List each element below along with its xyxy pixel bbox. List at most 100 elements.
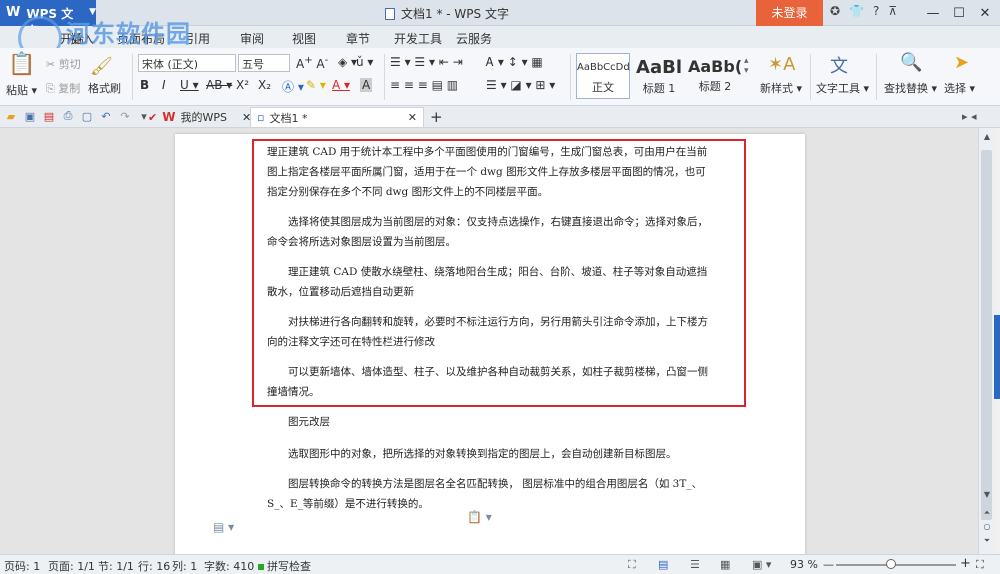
paragraph-4[interactable]: 对扶梯进行各向翻转和旋转，必要时不标注运行方向，另行用箭头引注命令添加，上下楼方… [267, 312, 715, 352]
scroll-down-icon[interactable]: ▼ [979, 488, 995, 502]
align-buttons[interactable]: ≡ ≡ ≡ ▤ ▥ [390, 78, 458, 92]
zoom-slider-knob[interactable] [886, 559, 896, 569]
clear-format-button[interactable]: ◈ ▾ [338, 55, 357, 69]
shirt-icon[interactable]: 👕 [849, 4, 864, 18]
font-color-button[interactable]: A ▾ [332, 78, 350, 92]
cut-button[interactable]: ✂ 剪切 [46, 56, 81, 72]
view-fullscreen-icon[interactable]: ⛶ [628, 558, 636, 572]
new-style-button[interactable]: 新样式 ▾ [760, 80, 802, 96]
close-icon[interactable]: ✕ [972, 2, 998, 24]
redo-icon[interactable]: ↷ [118, 109, 132, 123]
new-style-icon[interactable]: ✶A [768, 54, 795, 75]
pin-icon[interactable]: ⊼ [888, 4, 897, 18]
undo-icon[interactable]: ↶ [99, 109, 113, 123]
tab-references[interactable]: 引用 [186, 30, 210, 47]
italic-button[interactable]: I [162, 78, 166, 92]
login-button[interactable]: 未登录 [756, 0, 823, 26]
new-tab-button[interactable]: + [424, 107, 449, 127]
maximize-icon[interactable]: ☐ [946, 2, 972, 24]
bullet-list-button[interactable]: ☰ ▾ ☰ ▾ ⇤ ⇥ [390, 55, 463, 69]
paragraph-6[interactable]: 图元改层 [267, 412, 715, 432]
style-heading-2[interactable]: AaBb( 标题 2 [688, 53, 742, 99]
paragraph-5[interactable]: 可以更新墙体、墙体造型、柱子、以及维护各种自动裁剪关系，如柱子裁剪楼梯，凸窗一侧… [267, 362, 715, 402]
export-pdf-icon[interactable]: ▤ [42, 109, 56, 123]
view-page-icon[interactable]: ▤ [658, 558, 668, 571]
sort-button[interactable]: Ꭺ ▾ ↕ ▾ ▦ [486, 55, 543, 70]
prev-page-icon[interactable]: ⏶ [979, 506, 995, 520]
tab-cloud[interactable]: 云服务 [456, 30, 492, 47]
text-tools-icon[interactable]: 文 [830, 52, 848, 78]
print-preview-icon[interactable]: ▢ [80, 109, 94, 123]
open-icon[interactable]: ▰ [4, 109, 18, 123]
status-spell-check[interactable]: 拼写检查 [258, 558, 311, 574]
save-icon[interactable]: ▣ [23, 109, 37, 123]
phonetic-button[interactable]: ǔ ▾ [356, 55, 373, 69]
zoom-level[interactable]: 93 % [790, 558, 818, 571]
document-canvas[interactable]: 理正建筑 CAD 用于统计本工程中多个平面图使用的门窗编号，生成门窗总表，可由用… [0, 128, 978, 554]
styles-scroll-icon[interactable]: ▴ ▾ [744, 56, 749, 76]
underline-button[interactable]: U ▾ [180, 78, 199, 92]
minimize-icon[interactable]: — [920, 2, 946, 24]
text-effect-button[interactable]: Ⓐ ▾ [282, 78, 304, 95]
select-cursor-icon[interactable]: ➤ [954, 52, 969, 73]
dock-right-icon[interactable]: ▸ ◂ [962, 110, 977, 123]
paste-options-icon[interactable]: 📋 ▾ [467, 510, 492, 524]
side-panel-toggle[interactable] [994, 315, 1000, 399]
highlight-button[interactable]: ✎ ▾ [306, 78, 326, 92]
tab-my-wps[interactable]: ✔ W 我的WPS ✕ [142, 107, 257, 127]
strikethrough-button[interactable]: AB ▾ [206, 78, 232, 92]
find-replace-button[interactable]: 查找替换 ▾ [884, 80, 937, 96]
select-browse-icon[interactable]: ○ [979, 520, 995, 534]
paragraph-3[interactable]: 理正建筑 CAD 使散水绕壁柱、绕落地阳台生成；阳台、台阶、坡道、柱子等对象自动… [267, 262, 715, 302]
line-spacing-button[interactable]: ☰ ▾ ◪ ▾ ⊞ ▾ [486, 78, 555, 92]
paragraph-1[interactable]: 理正建筑 CAD 用于统计本工程中多个平面图使用的门窗编号，生成门窗总表，可由用… [267, 142, 715, 202]
font-name-select[interactable]: 宋体 (正文) [138, 54, 236, 72]
help-button[interactable]: ? [873, 4, 879, 18]
document-page[interactable]: 理正建筑 CAD 用于统计本工程中多个平面图使用的门窗编号，生成门窗总表，可由用… [175, 134, 805, 554]
style-heading-1[interactable]: AaBl 标题 1 [632, 53, 686, 99]
zoom-slider-track[interactable] [836, 564, 956, 566]
scroll-up-icon[interactable]: ▲ [979, 130, 995, 144]
view-web-icon[interactable]: ▦ [720, 558, 730, 571]
char-shading-button[interactable]: A [360, 78, 373, 92]
select-button[interactable]: 选择 ▾ [944, 80, 975, 96]
fit-page-icon[interactable]: ⛶ [976, 558, 984, 572]
tab-chapter[interactable]: 章节 [346, 30, 370, 47]
paragraph-2[interactable]: 选择将使其图层成为当前图层的对象：仅支持点选操作，右键直接退出命令；选择对象后，… [267, 212, 715, 252]
format-painter-icon[interactable]: 🖌 [90, 56, 113, 77]
tab-document-1[interactable]: ▫ 文档1 * ✕ [250, 107, 424, 127]
find-replace-icon[interactable]: 🔍 [900, 52, 922, 73]
close-tab-icon[interactable]: ✕ [408, 111, 417, 124]
copy-button[interactable]: ⎘ 复制 [46, 80, 80, 96]
grow-font-button[interactable]: A+ A- [296, 55, 328, 71]
zoom-in-icon[interactable]: + [960, 556, 971, 571]
print-icon[interactable]: ⎙ [61, 109, 75, 123]
paragraph-7[interactable]: 选取图形中的对象，把所选择的对象转换到指定的图层上，会自动创建新目标图层。 [267, 444, 715, 464]
skin-icon[interactable]: ✪ [830, 4, 840, 18]
subscript-button[interactable]: X₂ [258, 78, 271, 92]
scrollbar-thumb[interactable] [981, 150, 992, 520]
next-page-icon[interactable]: ⏷ [979, 534, 995, 548]
page-options-icon[interactable]: ▤ ▾ [213, 520, 234, 534]
view-outline-icon[interactable]: ☰ [690, 558, 700, 571]
tab-insert[interactable]: 插入 [70, 30, 94, 47]
paragraph-8[interactable]: 图层转换命令的转换方法是图层名全名匹配转换， 图层标准中的组合用图层名（如 3T… [267, 474, 715, 514]
bold-button[interactable]: B [140, 78, 149, 92]
zoom-out-icon[interactable]: — [823, 558, 834, 571]
tab-review[interactable]: 审阅 [240, 30, 264, 47]
tab-dev-tools[interactable]: 开发工具 [394, 30, 442, 47]
vertical-scrollbar[interactable]: ▲ ▼ ⏶ ○ ⏷ [978, 128, 994, 554]
tab-view[interactable]: 视图 [292, 30, 316, 47]
status-word-count[interactable]: 字数: 410 [204, 558, 254, 574]
tab-page-layout[interactable]: 页面布局 [117, 30, 165, 47]
font-size-select[interactable]: 五号 [238, 54, 290, 72]
paste-button[interactable]: 粘贴 ▾ [6, 82, 37, 98]
view-reading-icon[interactable]: ▣ ▾ [752, 558, 771, 571]
superscript-button[interactable]: X² [236, 78, 249, 92]
text-tools-button[interactable]: 文字工具 ▾ [816, 80, 869, 96]
status-page-number[interactable]: 页码: 1 [4, 558, 40, 574]
style-normal[interactable]: AaBbCcDd 正文 [576, 53, 630, 99]
format-painter-button[interactable]: 格式刷 [88, 80, 121, 96]
app-menu-button[interactable]: W WPS 文字 ▼ [0, 0, 96, 38]
paste-icon[interactable]: 📋 [8, 52, 35, 77]
